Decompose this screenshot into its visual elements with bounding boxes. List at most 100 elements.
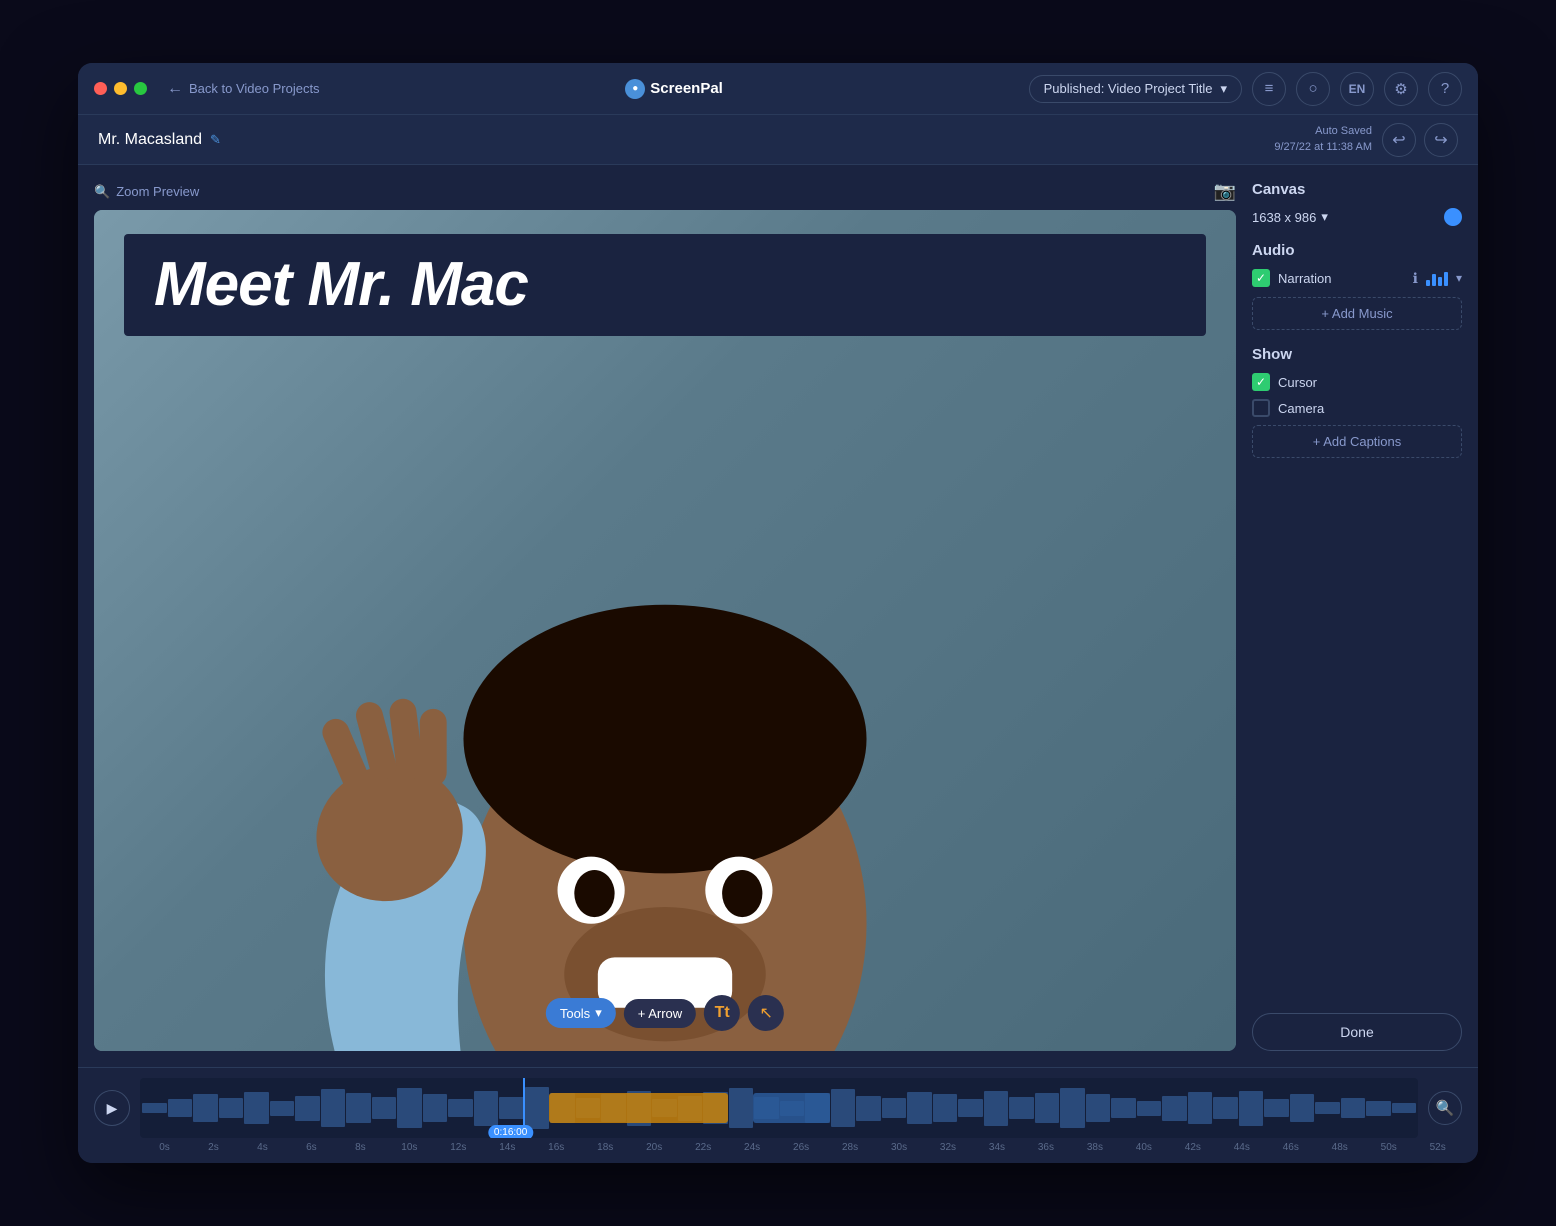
ruler-mark-18s: 18s <box>581 1142 630 1153</box>
main-area: 🔍 Zoom Preview 📷 Meet Mr. Mac <box>78 165 1478 1067</box>
clock-icon-button[interactable]: ○ <box>1296 72 1330 106</box>
show-label: Show <box>1252 346 1462 363</box>
title-right: Published: Video Project Title ▾ ≡ ○ EN … <box>1029 72 1462 106</box>
canvas-size-text: 1638 x 986 <box>1252 210 1316 225</box>
auto-saved-time: 9/27/22 at 11:38 AM <box>1274 140 1372 155</box>
timeline-controls: ▶ <box>94 1078 1462 1138</box>
ruler-mark-0s: 0s <box>140 1142 189 1153</box>
tools-dropdown-button[interactable]: Tools ▾ <box>546 998 616 1028</box>
logo-icon: ● <box>625 79 645 99</box>
minimize-button[interactable] <box>114 82 127 95</box>
app-window: ← Back to Video Projects ● ScreenPal Pub… <box>78 63 1478 1163</box>
time-marker: 0:16:00 <box>488 1125 533 1138</box>
screenpal-logo: ● ScreenPal <box>625 79 723 99</box>
done-label: Done <box>1340 1024 1373 1040</box>
audio-bar-1 <box>1426 280 1430 286</box>
timeline-segment-orange[interactable] <box>549 1093 728 1123</box>
timeline-ruler: 0s 2s 4s 6s 8s 10s 12s 14s 16s 18s 20s 2… <box>94 1142 1462 1153</box>
narration-dropdown-icon[interactable]: ▾ <box>1456 271 1462 285</box>
ruler-mark-40s: 40s <box>1119 1142 1168 1153</box>
cursor-checkbox[interactable]: ✓ <box>1252 373 1270 391</box>
ruler-mark-44s: 44s <box>1217 1142 1266 1153</box>
list-icon-button[interactable]: ≡ <box>1252 72 1286 106</box>
publish-button[interactable]: Published: Video Project Title ▾ <box>1029 75 1242 103</box>
close-button[interactable] <box>94 82 107 95</box>
title-bar: ← Back to Video Projects ● ScreenPal Pub… <box>78 63 1478 115</box>
ruler-mark-48s: 48s <box>1315 1142 1364 1153</box>
text-tool-button[interactable]: Tt <box>704 995 740 1031</box>
ruler-mark-14s: 14s <box>483 1142 532 1153</box>
person-figure <box>94 336 1236 1051</box>
search-icon: 🔍 <box>94 184 110 200</box>
maximize-button[interactable] <box>134 82 147 95</box>
cursor-tool-button[interactable]: ↖ <box>748 995 784 1031</box>
canvas-section: Canvas 1638 x 986 ▾ <box>1252 181 1462 226</box>
ruler-mark-46s: 46s <box>1266 1142 1315 1153</box>
traffic-lights <box>94 82 147 95</box>
back-button[interactable]: ← Back to Video Projects <box>167 80 320 98</box>
ruler-mark-8s: 8s <box>336 1142 385 1153</box>
undo-redo-group: ↩ ↪ <box>1382 123 1458 157</box>
language-button[interactable]: EN <box>1340 72 1374 106</box>
ruler-mark-30s: 30s <box>875 1142 924 1153</box>
sub-bar: Mr. Macasland ✎ Auto Saved 9/27/22 at 11… <box>78 115 1478 165</box>
preview-header: 🔍 Zoom Preview 📷 <box>94 181 1236 202</box>
cursor-tool-icon: ↖ <box>759 1003 772 1023</box>
tools-label: Tools <box>560 1006 590 1021</box>
tools-dropdown-icon: ▾ <box>595 1005 602 1021</box>
timeline-track[interactable]: 0:16:00 <box>140 1078 1418 1138</box>
cursor-label: Cursor <box>1278 375 1317 390</box>
ruler-mark-10s: 10s <box>385 1142 434 1153</box>
settings-icon-button[interactable]: ⚙ <box>1384 72 1418 106</box>
camera-icon-button[interactable]: 📷 <box>1214 181 1236 202</box>
cursor-row: ✓ Cursor <box>1252 373 1462 391</box>
arrow-tool-label: + Arrow <box>638 1006 682 1021</box>
tools-bar: Tools ▾ + Arrow Tt ↖ <box>546 995 784 1031</box>
redo-button[interactable]: ↪ <box>1424 123 1458 157</box>
audio-label: Audio <box>1252 242 1462 259</box>
help-icon-button[interactable]: ? <box>1428 72 1462 106</box>
video-background: Meet Mr. Mac <box>94 210 1236 1051</box>
done-button[interactable]: Done <box>1252 1013 1462 1051</box>
preview-area: 🔍 Zoom Preview 📷 Meet Mr. Mac <box>94 181 1236 1051</box>
add-music-button[interactable]: + Add Music <box>1252 297 1462 330</box>
text-tool-label: Tt <box>715 1004 730 1022</box>
audio-bar-2 <box>1432 274 1436 286</box>
add-music-label: + Add Music <box>1321 306 1392 321</box>
add-captions-button[interactable]: + Add Captions <box>1252 425 1462 458</box>
person-area <box>94 336 1236 1051</box>
ruler-mark-52s: 52s <box>1413 1142 1462 1153</box>
narration-row: ✓ Narration ℹ ▾ <box>1252 269 1462 287</box>
timeline-search-button[interactable]: 🔍 <box>1428 1091 1462 1125</box>
auto-saved-info: Auto Saved 9/27/22 at 11:38 AM <box>1274 124 1372 155</box>
video-frame: Meet Mr. Mac <box>94 210 1236 1051</box>
back-button-label: Back to Video Projects <box>189 81 320 96</box>
timeline-segment-blue[interactable] <box>753 1093 830 1123</box>
canvas-color-dot[interactable] <box>1444 208 1462 226</box>
canvas-label: Canvas <box>1252 181 1462 198</box>
ruler-mark-28s: 28s <box>826 1142 875 1153</box>
back-arrow-icon: ← <box>167 80 183 98</box>
edit-icon[interactable]: ✎ <box>210 132 221 148</box>
play-button[interactable]: ▶ <box>94 1090 130 1126</box>
audio-bar-4 <box>1444 272 1448 286</box>
narration-label: Narration <box>1278 271 1405 286</box>
ruler-mark-4s: 4s <box>238 1142 287 1153</box>
arrow-tool-button[interactable]: + Arrow <box>624 999 696 1028</box>
sub-bar-right: Auto Saved 9/27/22 at 11:38 AM ↩ ↪ <box>1274 123 1458 157</box>
ruler-mark-32s: 32s <box>924 1142 973 1153</box>
title-overlay: Meet Mr. Mac <box>124 234 1206 336</box>
zoom-preview-label: Zoom Preview <box>116 184 199 199</box>
canvas-size: 1638 x 986 ▾ <box>1252 209 1328 225</box>
ruler-mark-26s: 26s <box>777 1142 826 1153</box>
narration-checkbox[interactable]: ✓ <box>1252 269 1270 287</box>
camera-label: Camera <box>1278 401 1324 416</box>
publish-dropdown-icon: ▾ <box>1220 81 1227 97</box>
project-title-text: Mr. Macasland <box>98 131 202 149</box>
ruler-mark-20s: 20s <box>630 1142 679 1153</box>
video-title: Meet Mr. Mac <box>154 254 1176 316</box>
narration-info-icon[interactable]: ℹ <box>1413 270 1418 287</box>
camera-checkbox[interactable] <box>1252 399 1270 417</box>
ruler-mark-2s: 2s <box>189 1142 238 1153</box>
undo-button[interactable]: ↩ <box>1382 123 1416 157</box>
